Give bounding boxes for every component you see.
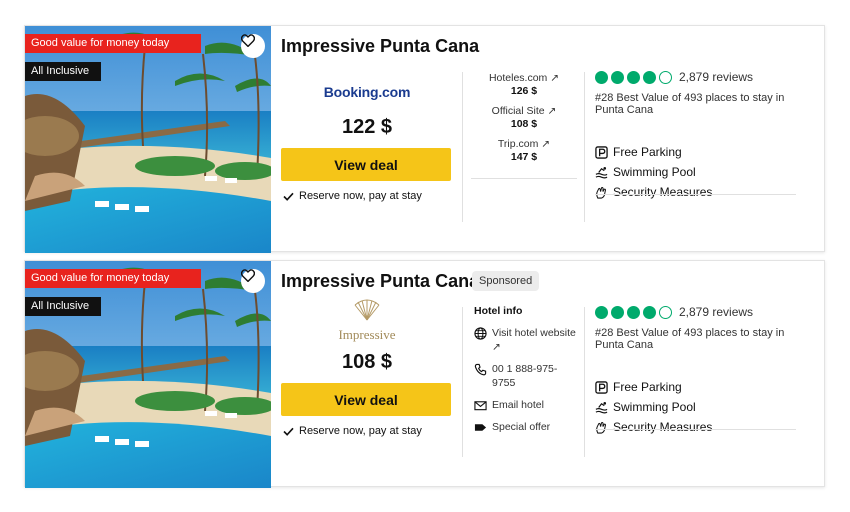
rating-bubble-icon	[643, 305, 656, 319]
reserve-note: Reserve now, pay at stay	[283, 425, 422, 437]
view-deal-button[interactable]: View deal	[281, 148, 451, 181]
divider	[471, 178, 577, 179]
hotel-info: Hotel info Visit hotel website ↗ 00 1 88…	[474, 305, 580, 442]
provider-name[interactable]: Hoteles.com ↗	[471, 72, 577, 84]
phone-text[interactable]: 00 1 888-975-9755	[492, 362, 580, 390]
impressive-logo-text: Impressive	[338, 327, 396, 342]
provider-price: 108 $	[510, 118, 538, 130]
provider-name[interactable]: Official Site ↗	[471, 105, 577, 117]
impressive-logo: Impressive	[281, 299, 453, 343]
provider-price: 126 $	[510, 85, 538, 97]
tag-icon	[474, 424, 487, 431]
hotel-name-link[interactable]: Impressive Punta Cana	[281, 271, 479, 292]
value-badge: Good value for money today	[25, 34, 201, 53]
all-inclusive-badge: All Inclusive	[25, 297, 101, 316]
rating-bubble-icon	[627, 70, 640, 84]
provider-name[interactable]: Trip.com ↗	[471, 138, 577, 150]
price: 122 $	[341, 116, 393, 138]
reviews-link[interactable]: 2,879 reviews	[679, 70, 753, 84]
amenity-label: Free Parking	[613, 380, 682, 394]
other-prices-list: Hoteles.com ↗ 126 $ Official Site ↗ 108 …	[471, 72, 577, 171]
hotel-photo[interactable]: Good value for money today All Inclusive	[25, 261, 271, 488]
ranking-text: #28 Best Value of 493 places to stay in …	[595, 327, 785, 351]
rating[interactable]: 2,879 reviews	[595, 70, 753, 84]
rating-bubble-icon	[611, 70, 624, 84]
provider-price: 147 $	[510, 151, 538, 163]
value-badge: Good value for money today	[25, 269, 201, 288]
price: 108 $	[341, 351, 393, 373]
heart-icon	[241, 34, 255, 47]
amenity-label: Security Measures	[613, 420, 713, 434]
divider	[584, 72, 585, 222]
view-deal-button[interactable]: View deal	[281, 383, 451, 416]
check-icon	[283, 192, 294, 201]
amenity-label: Swimming Pool	[613, 400, 696, 414]
amenities-list: Free Parking Swimming Pool Security Meas…	[595, 144, 712, 204]
sponsored-badge: Sponsored	[472, 271, 540, 291]
security-icon	[596, 186, 607, 199]
rating-bubble-icon	[643, 70, 656, 84]
pool-icon	[595, 166, 608, 178]
check-icon	[283, 427, 294, 436]
amenity-label: Swimming Pool	[613, 165, 696, 179]
phone-link[interactable]: 00 1 888-975-9755	[474, 362, 580, 390]
phone-icon	[474, 363, 487, 376]
special-offer-text[interactable]: Special offer	[492, 420, 550, 434]
reviews-link[interactable]: 2,879 reviews	[679, 305, 753, 319]
divider	[462, 307, 463, 457]
visit-website-link[interactable]: Visit hotel website ↗	[474, 326, 580, 354]
parking-icon	[595, 380, 608, 394]
price-option-trip[interactable]: Trip.com ↗ 147 $	[471, 138, 577, 163]
globe-icon	[474, 327, 487, 340]
hotel-card[interactable]: Good value for money today All Inclusive…	[24, 260, 825, 488]
amenities-list: Free Parking Swimming Pool Security Meas…	[595, 379, 712, 439]
ranking-text: #28 Best Value of 493 places to stay in …	[595, 92, 785, 116]
hotel-name-link[interactable]: Impressive Punta Cana	[281, 36, 479, 57]
reserve-note: Reserve now, pay at stay	[283, 190, 422, 202]
amenity-label: Security Measures	[613, 185, 713, 199]
reserve-text: Reserve now, pay at stay	[299, 190, 422, 202]
divider	[462, 72, 463, 222]
special-offer-link[interactable]: Special offer	[474, 420, 580, 434]
save-button[interactable]	[241, 34, 265, 58]
amenity-label: Free Parking	[613, 145, 682, 159]
hotel-photo[interactable]: Good value for money today All Inclusive	[25, 26, 271, 253]
amenity: Free Parking	[595, 144, 712, 160]
rating-bubble-icon	[595, 305, 608, 319]
shell-logo-icon	[354, 299, 380, 321]
parking-icon	[595, 145, 608, 159]
rating-bubble-icon	[627, 305, 640, 319]
rating[interactable]: 2,879 reviews	[595, 305, 753, 319]
amenity: Security Measures	[595, 184, 712, 200]
all-inclusive-badge: All Inclusive	[25, 62, 101, 81]
amenity: Swimming Pool	[595, 164, 712, 180]
booking-logo: Booking.com	[281, 84, 453, 100]
email-icon	[474, 401, 487, 411]
reserve-text: Reserve now, pay at stay	[299, 425, 422, 437]
amenity: Security Measures	[595, 419, 712, 435]
hotel-card[interactable]: Good value for money today All Inclusive…	[24, 25, 825, 253]
rating-bubble-icon	[595, 70, 608, 84]
email-link[interactable]: Email hotel	[474, 398, 580, 412]
heart-icon	[241, 269, 255, 282]
divider	[595, 194, 796, 195]
save-button[interactable]	[241, 269, 265, 293]
rating-bubble-icon	[659, 305, 672, 319]
amenity: Free Parking	[595, 379, 712, 395]
divider	[584, 307, 585, 457]
price-option-hoteles[interactable]: Hoteles.com ↗ 126 $	[471, 72, 577, 97]
email-text[interactable]: Email hotel	[492, 398, 544, 412]
booking-logo-text: Booking.com	[323, 84, 411, 100]
divider	[595, 429, 796, 430]
price-option-official[interactable]: Official Site ↗ 108 $	[471, 105, 577, 130]
security-icon	[596, 421, 607, 434]
rating-bubble-icon	[611, 305, 624, 319]
pool-icon	[595, 401, 608, 413]
rating-bubble-icon	[659, 70, 672, 84]
visit-website-text[interactable]: Visit hotel website ↗	[492, 326, 580, 354]
amenity: Swimming Pool	[595, 399, 712, 415]
hotel-info-title: Hotel info	[474, 305, 523, 317]
